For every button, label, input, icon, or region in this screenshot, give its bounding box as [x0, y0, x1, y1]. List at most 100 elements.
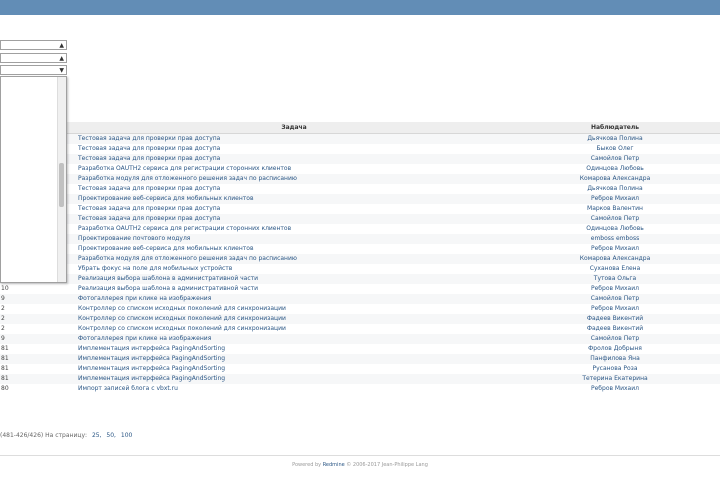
pagination: (481-426/426) На страницу: 25, 50, 100	[0, 432, 400, 442]
per-page-option-50[interactable]: 50,	[106, 432, 116, 439]
issue-watcher-cell[interactable]: Ребров Михаил	[510, 244, 720, 254]
issue-task-link[interactable]: Разработка модуля для отложенного решени…	[78, 175, 297, 182]
issue-watcher-cell[interactable]: Фролов Добрыня	[510, 344, 720, 354]
issue-task-link[interactable]: Контроллер со списком исходных поколений…	[78, 305, 286, 312]
issue-task-link[interactable]: Контроллер со списком исходных поколений…	[78, 325, 286, 332]
issue-task-link[interactable]: Проектирование почтового модуля	[78, 235, 190, 242]
issue-task-link[interactable]: Тестовая задача для проверки прав доступ…	[78, 145, 220, 152]
per-page-option-25[interactable]: 25,	[92, 432, 102, 439]
issue-task-link[interactable]: Реализация выбора шаблона в администрати…	[78, 275, 258, 282]
issue-task-link[interactable]: Фотогаллерея при клике на изображения	[78, 295, 211, 302]
table-row[interactable]: 81 Имплементация интерфейса PagingAndSort…	[0, 374, 720, 384]
dropdown-scrollbar-thumb[interactable]	[59, 163, 64, 207]
issue-task-link[interactable]: Разработка модуля для отложенного решени…	[78, 255, 297, 262]
table-row[interactable]: Проектирование почтового модуля emboss em…	[0, 234, 720, 244]
issue-watcher-cell[interactable]: Ребров Михаил	[510, 384, 720, 394]
issue-watcher-cell[interactable]: Русанова Роза	[510, 364, 720, 374]
table-row[interactable]: 9 Фотогаллерея при клике на изображения Са…	[0, 334, 720, 344]
issue-task-link[interactable]: Имплементация интерфейса PagingAndSortin…	[78, 355, 225, 362]
table-row[interactable]: 2 Контроллер со списком исходных поколени…	[0, 324, 720, 334]
issue-task-link[interactable]: Имплементация интерфейса PagingAndSortin…	[78, 345, 225, 352]
issue-task-link[interactable]: Контроллер со списком исходных поколений…	[78, 315, 286, 322]
table-row[interactable]: 9 Фотогаллерея при клике на изображения Са…	[0, 294, 720, 304]
table-row[interactable]: Разработка OAUTH2 сервиса для регистраци…	[0, 224, 720, 234]
issue-watcher-cell[interactable]: Одинцова Любовь	[510, 224, 720, 234]
issue-watcher-cell[interactable]: Суханова Елена	[510, 264, 720, 274]
table-row[interactable]: 73Убрать фокус на поле для мобильных уст…	[0, 264, 720, 274]
table-row[interactable]: 81 Имплементация интерфейса PagingAndSort…	[0, 364, 720, 374]
issue-watcher-cell[interactable]: Панфилова Яна	[510, 354, 720, 364]
column-header-watcher[interactable]: Наблюдатель	[510, 122, 720, 134]
issue-watcher-cell[interactable]: Комарова Александра	[510, 174, 720, 184]
table-row[interactable]: Разработка модуля для отложенного решени…	[0, 254, 720, 264]
issue-task-link[interactable]: Импорт записей блога с vbxt.ru	[78, 385, 178, 392]
issue-watcher-cell[interactable]: Дьячкова Полина	[510, 184, 720, 194]
table-row[interactable]: 2 Контроллер со списком исходных поколени…	[0, 314, 720, 324]
table-row[interactable]: Тестовая задача для проверки прав доступ…	[0, 133, 720, 144]
select-dropdown-list[interactable]	[0, 76, 67, 283]
issue-watcher-cell[interactable]: Самойлов Петр	[510, 154, 720, 164]
issue-watcher-cell[interactable]: Тутова Ольга	[510, 274, 720, 284]
issue-task-cell: Тестовая задача для проверки прав доступ…	[78, 144, 510, 154]
issue-task-link[interactable]: Тестовая задача для проверки прав доступ…	[78, 215, 220, 222]
issue-watcher-cell[interactable]: Ребров Михаил	[510, 304, 720, 314]
table-row[interactable]: Тестовая задача для проверки прав доступ…	[0, 184, 720, 194]
table-row[interactable]: Тестовая задача для проверки прав доступ…	[0, 204, 720, 214]
dropdown-scrollbar[interactable]	[57, 77, 66, 282]
issue-watcher-cell[interactable]: emboss emboss	[510, 234, 720, 244]
issue-task-link[interactable]: Реализация выбора шаблона в администрати…	[78, 285, 258, 292]
issue-watcher-cell[interactable]: Ребров Михаил	[510, 284, 720, 294]
issue-watcher-cell[interactable]: Фадеев Викентий	[510, 324, 720, 334]
chevron-down-icon: ▲	[59, 55, 64, 62]
table-row[interactable]: 81 Имплементация интерфейса PagingAndSort…	[0, 344, 720, 354]
issue-task-link[interactable]: Фотогаллерея при клике на изображения	[78, 335, 211, 342]
table-row[interactable]: 81 Имплементация интерфейса PagingAndSort…	[0, 354, 720, 364]
issue-task-link[interactable]: Проектирование веб-сервиса для мобильных…	[78, 195, 254, 202]
issue-task-link[interactable]: Разработка OAUTH2 сервиса для регистраци…	[78, 165, 291, 172]
issue-task-link[interactable]: Тестовая задача для проверки прав доступ…	[78, 155, 220, 162]
table-row[interactable]: 2 Контроллер со списком исходных поколени…	[0, 304, 720, 314]
table-row[interactable]: Тестовая задача для проверки прав доступ…	[0, 154, 720, 164]
issue-task-link[interactable]: Проектирование веб-сервиса для мобильных…	[78, 245, 254, 252]
per-page-option-100[interactable]: 100	[121, 432, 132, 439]
issue-watcher-cell[interactable]: Ребров Михаил	[510, 194, 720, 204]
issue-watcher-cell[interactable]: Быков Олег	[510, 144, 720, 154]
issue-task-cell: Имплементация интерфейса PagingAndSortin…	[78, 344, 510, 354]
filter-select-3[interactable]: ▼	[0, 65, 67, 75]
issue-task-cell: Реализация выбора шаблона в администрати…	[78, 274, 510, 284]
column-header-task[interactable]: Задача	[78, 122, 510, 134]
issue-watcher-cell[interactable]: Комарова Александра	[510, 254, 720, 264]
table-row[interactable]: 10Реализация выбора шаблона в администра…	[0, 274, 720, 284]
issue-watcher-cell[interactable]: Марков Валентин	[510, 204, 720, 214]
table-row[interactable]: Тестовая задача для проверки прав доступ…	[0, 144, 720, 154]
issue-watcher-cell[interactable]: Самойлов Петр	[510, 294, 720, 304]
filter-select-2[interactable]: ▲	[0, 53, 67, 63]
issue-task-link[interactable]: Тестовая задача для проверки прав доступ…	[78, 185, 220, 192]
chevron-down-icon: ▲	[59, 42, 64, 49]
issue-task-link[interactable]: Разработка OAUTH2 сервиса для регистраци…	[78, 225, 291, 232]
footer-redmine-link[interactable]: Redmine	[323, 462, 345, 468]
issue-watcher-cell[interactable]: Одинцова Любовь	[510, 164, 720, 174]
issues-table: Задача Наблюдатель Тестовая задача для п…	[0, 122, 720, 394]
issue-task-link[interactable]: Убрать фокус на поле для мобильных устро…	[78, 265, 232, 272]
issue-watcher-cell[interactable]: Самойлов Петр	[510, 214, 720, 224]
table-row[interactable]: 10Реализация выбора шаблона в администра…	[0, 284, 720, 294]
table-row[interactable]: Тестовая задача для проверки прав доступ…	[0, 214, 720, 224]
table-row[interactable]: 80 Импорт записей блога с vbxt.ru Ребров М…	[0, 384, 720, 394]
table-row[interactable]: Разработка модуля для отложенного решени…	[0, 174, 720, 184]
issue-task-link[interactable]: Имплементация интерфейса PagingAndSortin…	[78, 375, 225, 382]
filter-select-1[interactable]: ▲	[0, 40, 67, 50]
table-row[interactable]: Проектирование веб-сервиса для мобильных…	[0, 194, 720, 204]
issue-watcher-cell[interactable]: Фадеев Викентий	[510, 314, 720, 324]
issue-task-link[interactable]: Тестовая задача для проверки прав доступ…	[78, 135, 220, 142]
issue-task-cell: Проектирование веб-сервиса для мобильных…	[78, 194, 510, 204]
table-row[interactable]: Разработка OAUTH2 сервиса для регистраци…	[0, 164, 720, 174]
issue-task-cell: Контроллер со списком исходных поколений…	[78, 324, 510, 334]
issue-watcher-cell[interactable]: Тетерина Екатерина	[510, 374, 720, 384]
table-row[interactable]: Проектирование веб-сервиса для мобильных…	[0, 244, 720, 254]
issue-watcher-cell[interactable]: Дьячкова Полина	[510, 133, 720, 144]
issue-task-cell: Контроллер со списком исходных поколений…	[78, 314, 510, 324]
issue-task-link[interactable]: Имплементация интерфейса PagingAndSortin…	[78, 365, 225, 372]
issue-task-link[interactable]: Тестовая задача для проверки прав доступ…	[78, 205, 220, 212]
issue-watcher-cell[interactable]: Самойлов Петр	[510, 334, 720, 344]
